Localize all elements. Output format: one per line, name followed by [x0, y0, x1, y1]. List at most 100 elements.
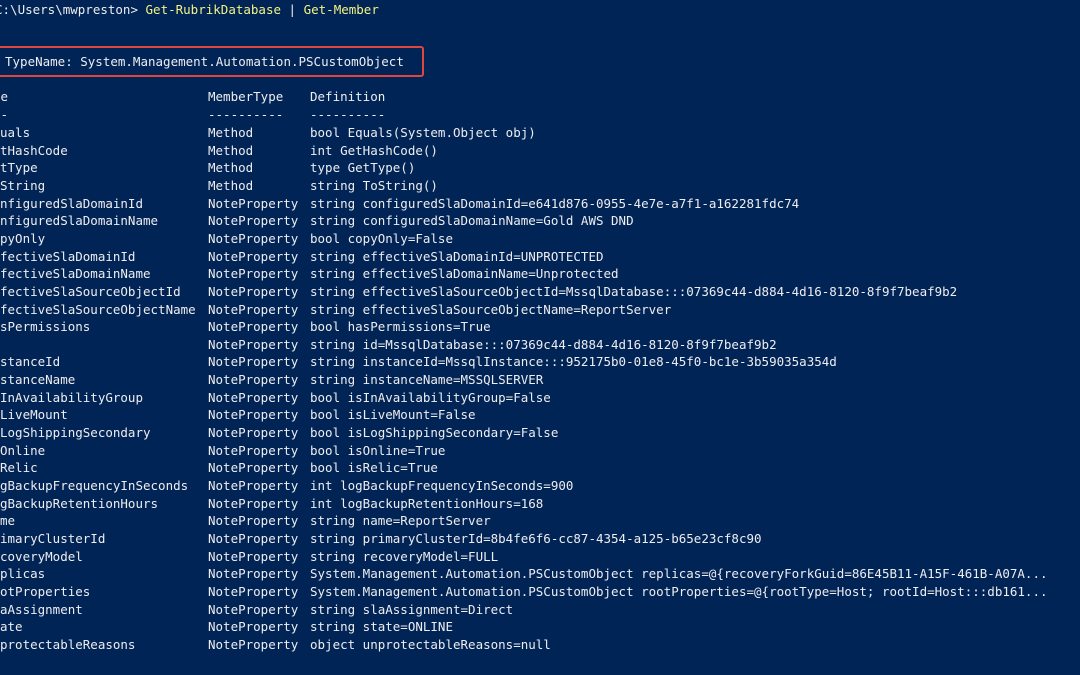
member-name: fectiveSlaDomainId — [0, 248, 136, 264]
member-type: NoteProperty — [208, 425, 299, 441]
member-name: gBackupRetentionHours — [0, 495, 159, 511]
member-name: aAssignment — [0, 601, 83, 617]
member-definition: bool isRelic=True — [310, 460, 438, 476]
member-definition: string configuredSlaDomainName=Gold AWS … — [310, 213, 634, 229]
member-definition: string effectiveSlaDomainName=Unprotecte… — [310, 266, 619, 282]
member-definition: string primaryClusterId=8b4fe6f6-cc87-43… — [310, 530, 762, 546]
member-name: imaryClusterId — [0, 530, 106, 546]
member-definition: System.Management.Automation.PSCustomObj… — [310, 566, 1048, 582]
member-definition: type GetType() — [310, 160, 416, 176]
member-definition: string state=ONLINE — [310, 619, 453, 635]
member-definition: string slaAssignment=Direct — [310, 601, 514, 617]
member-type: NoteProperty — [208, 266, 299, 282]
header-name: me — [0, 89, 9, 104]
member-type: NoteProperty — [208, 601, 299, 617]
member-type: Method — [208, 142, 254, 158]
member-type: NoteProperty — [208, 495, 299, 511]
member-name: gBackupFrequencyInSeconds — [0, 478, 189, 493]
member-definition: bool isLiveMount=False — [310, 407, 476, 423]
member-definition: bool copyOnly=False — [310, 230, 453, 246]
member-type: NoteProperty — [208, 619, 299, 635]
command-get-member: Get-Member — [303, 2, 379, 17]
member-type: NoteProperty — [208, 301, 299, 317]
member-type: NoteProperty — [208, 283, 299, 299]
member-name: InAvailabilityGroup — [0, 389, 143, 405]
member-name: tHashCode — [0, 142, 68, 158]
member-name: nfiguredSlaDomainName — [0, 213, 159, 229]
member-name: fectiveSlaSourceObjectName — [0, 301, 196, 317]
header-row: me MemberType Definition — [0, 88, 385, 106]
member-type: NoteProperty — [208, 336, 299, 352]
member-definition: string ToString() — [310, 177, 438, 193]
member-name: String — [0, 177, 46, 193]
member-name: Online — [0, 442, 46, 458]
member-name: protectableReasons — [0, 636, 136, 652]
separator-definition: ---------- — [310, 107, 386, 122]
separator-row: -- ---------- ---------- — [0, 106, 385, 124]
member-definition: string id=MssqlDatabase:::07369c44-d884-… — [310, 336, 777, 352]
member-definition: string recoveryModel=FULL — [310, 548, 499, 564]
member-type: NoteProperty — [208, 372, 299, 388]
member-type: NoteProperty — [208, 478, 299, 493]
member-name: tType — [0, 160, 38, 176]
member-type: NoteProperty — [208, 566, 299, 582]
member-type: NoteProperty — [208, 636, 299, 652]
member-definition: int GetHashCode() — [310, 142, 438, 158]
member-type: NoteProperty — [208, 548, 299, 564]
member-type: NoteProperty — [208, 230, 299, 246]
member-definition: string name=ReportServer — [310, 513, 491, 529]
prompt-path: C:\Users\mwpreston> — [0, 2, 138, 17]
member-name: Relic — [0, 460, 38, 476]
member-type: Method — [208, 125, 254, 140]
member-type: Method — [208, 160, 254, 176]
member-definition: string effectiveSlaSourceObjectName=Repo… — [310, 301, 672, 317]
header-definition: Definition — [310, 89, 386, 104]
member-name: stanceName — [0, 372, 76, 388]
member-definition: int logBackupRetentionHours=168 — [310, 495, 544, 511]
member-definition: bool isLogShippingSecondary=False — [310, 425, 559, 441]
member-definition: System.Management.Automation.PSCustomObj… — [310, 583, 1048, 599]
member-definition: bool isOnline=True — [310, 442, 446, 458]
member-name: fectiveSlaSourceObjectId — [0, 283, 181, 299]
member-type: NoteProperty — [208, 248, 299, 264]
member-type: NoteProperty — [208, 513, 299, 529]
member-definition: string configuredSlaDomainId=e641d876-09… — [310, 195, 800, 211]
member-type: NoteProperty — [208, 319, 299, 335]
powershell-console[interactable]: C:\Users\mwpreston> Get-RubrikDatabase |… — [0, 0, 1080, 675]
member-definition: object unprotectableReasons=null — [310, 636, 551, 652]
member-definition: bool Equals(System.Object obj) — [310, 125, 536, 140]
member-definition: bool hasPermissions=True — [310, 319, 491, 335]
member-type: NoteProperty — [208, 530, 299, 546]
member-name: pyOnly — [0, 230, 46, 246]
typename-line: TypeName: System.Management.Automation.P… — [5, 54, 404, 69]
member-name: uals — [0, 125, 31, 140]
member-name: otProperties — [0, 583, 91, 599]
member-type: NoteProperty — [208, 354, 299, 370]
member-definition: string effectiveSlaSourceObjectId=MssqlD… — [310, 283, 958, 299]
prompt-line: C:\Users\mwpreston> Get-RubrikDatabase |… — [0, 1, 379, 19]
member-type: NoteProperty — [208, 407, 299, 423]
separator-membertype: ---------- — [208, 107, 284, 122]
member-type: Method — [208, 177, 254, 193]
separator-name: -- — [0, 107, 9, 122]
member-name: plicas — [0, 566, 46, 582]
member-name: nfiguredSlaDomainId — [0, 195, 143, 211]
header-membertype: MemberType — [208, 89, 284, 104]
member-definition: bool isInAvailabilityGroup=False — [310, 389, 551, 405]
member-type: NoteProperty — [208, 583, 299, 599]
member-name: LogShippingSecondary — [0, 425, 151, 441]
member-type: NoteProperty — [208, 389, 299, 405]
member-name: stanceId — [0, 354, 61, 370]
member-type: NoteProperty — [208, 195, 299, 211]
member-name: LiveMount — [0, 407, 68, 423]
member-definition: string effectiveSlaDomainId=UNPROTECTED — [310, 248, 604, 264]
member-name: me — [0, 513, 16, 529]
member-definition: int logBackupFrequencyInSeconds=900 — [310, 478, 574, 493]
member-name: fectiveSlaDomainName — [0, 266, 151, 282]
command-get-rubrikdatabase: Get-RubrikDatabase — [145, 2, 281, 17]
member-definition: string instanceName=MSSQLSERVER — [310, 372, 544, 388]
pipe-symbol: | — [288, 2, 297, 17]
member-name: ate — [0, 619, 23, 635]
member-name: sPermissions — [0, 319, 91, 335]
member-definition: string instanceId=MssqlInstance:::952175… — [310, 354, 837, 370]
